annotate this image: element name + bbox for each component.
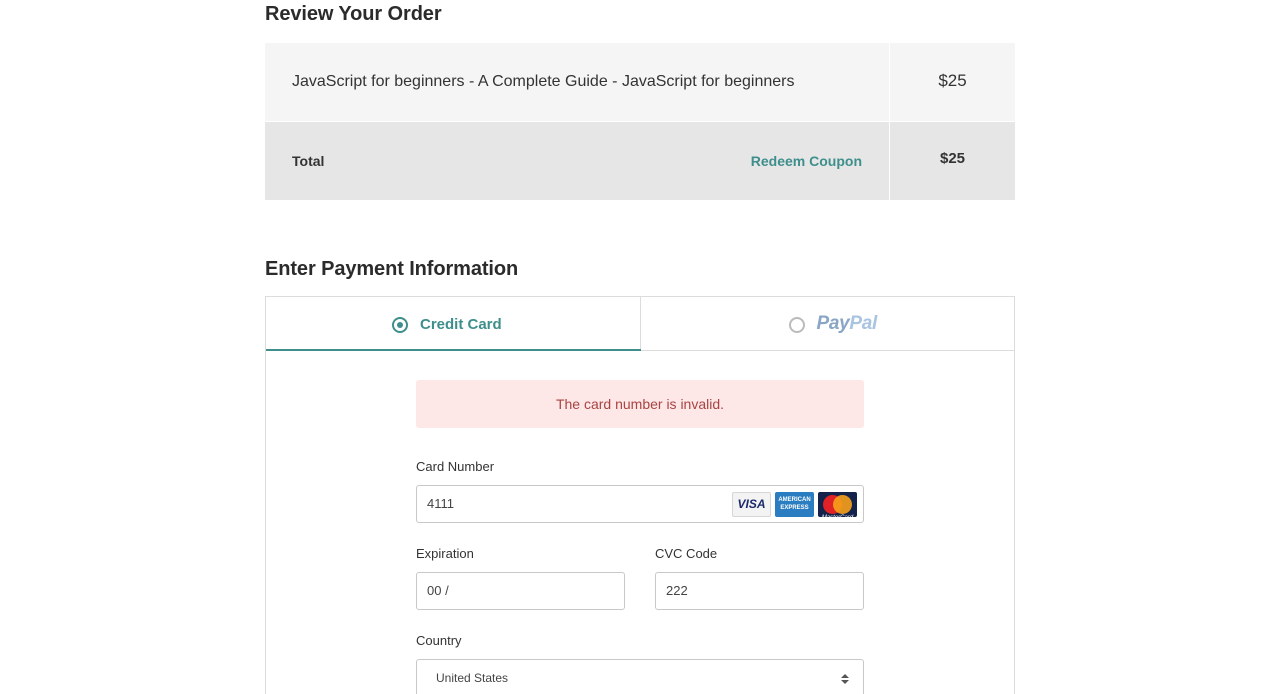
card-number-value: 4111	[427, 496, 454, 511]
amex-icon: AMERICAN EXPRESS	[775, 492, 814, 517]
payment-form: Credit Card PayPal The card number is in…	[265, 296, 1015, 694]
total-label: Total	[292, 153, 325, 169]
order-total-price: $25	[939, 150, 966, 167]
country-value: United States	[436, 671, 509, 685]
card-number-input[interactable]: 4111 VISA AMERICAN EXPRESS MasterCard	[416, 485, 864, 523]
accepted-cards: VISA AMERICAN EXPRESS MasterCard	[732, 492, 857, 517]
checkout-page: Review Your Order JavaScript for beginne…	[0, 0, 1280, 694]
cvc-label: CVC Code	[655, 546, 718, 561]
visa-icon: VISA	[732, 492, 771, 517]
mastercard-icon: MasterCard	[818, 492, 857, 517]
credit-card-radio[interactable]	[392, 317, 408, 333]
cvc-input[interactable]: 222	[655, 572, 864, 610]
country-select[interactable]: United States	[416, 659, 864, 694]
payment-method-tabs: Credit Card PayPal	[266, 297, 1014, 351]
credit-card-label: Credit Card	[420, 316, 502, 333]
order-total-row: Total Redeem Coupon $25	[265, 122, 1015, 200]
paypal-logo: PayPal	[816, 313, 878, 334]
order-summary-table: JavaScript for beginners - A Complete Gu…	[265, 43, 1015, 200]
card-error-alert: The card number is invalid.	[416, 380, 864, 428]
expiration-input[interactable]: 00 /	[416, 572, 625, 610]
payment-info-title: Enter Payment Information	[265, 258, 519, 280]
paypal-radio[interactable]	[788, 317, 805, 333]
card-number-label: Card Number	[416, 459, 495, 474]
order-item-price: $25	[938, 71, 967, 90]
review-order-title: Review Your Order	[265, 3, 442, 25]
expiration-label: Expiration	[416, 546, 474, 561]
tab-paypal[interactable]: PayPal	[641, 297, 1015, 350]
tab-credit-card[interactable]: Credit Card	[266, 297, 641, 351]
select-arrows-icon	[841, 672, 849, 686]
country-label: Country	[416, 633, 462, 648]
order-item-name: JavaScript for beginners - A Complete Gu…	[292, 73, 795, 90]
redeem-coupon-link[interactable]: Redeem Coupon	[751, 153, 862, 169]
order-item-row: JavaScript for beginners - A Complete Gu…	[265, 43, 1015, 121]
